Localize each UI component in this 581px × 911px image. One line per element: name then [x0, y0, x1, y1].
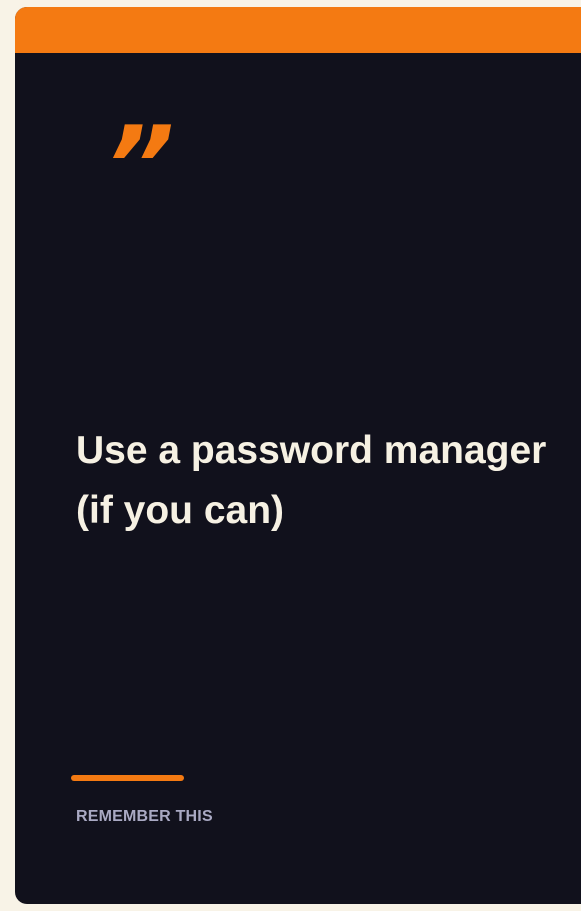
- accent-top-bar: [15, 7, 581, 53]
- card-headline: Use a password manager (if you can): [76, 429, 547, 532]
- card-caption: REMEMBER THIS: [76, 808, 213, 825]
- quote-card: ” Use a password manager (if you can) RE…: [15, 7, 581, 904]
- quote-icon: ”: [105, 104, 175, 229]
- accent-divider: [71, 775, 184, 781]
